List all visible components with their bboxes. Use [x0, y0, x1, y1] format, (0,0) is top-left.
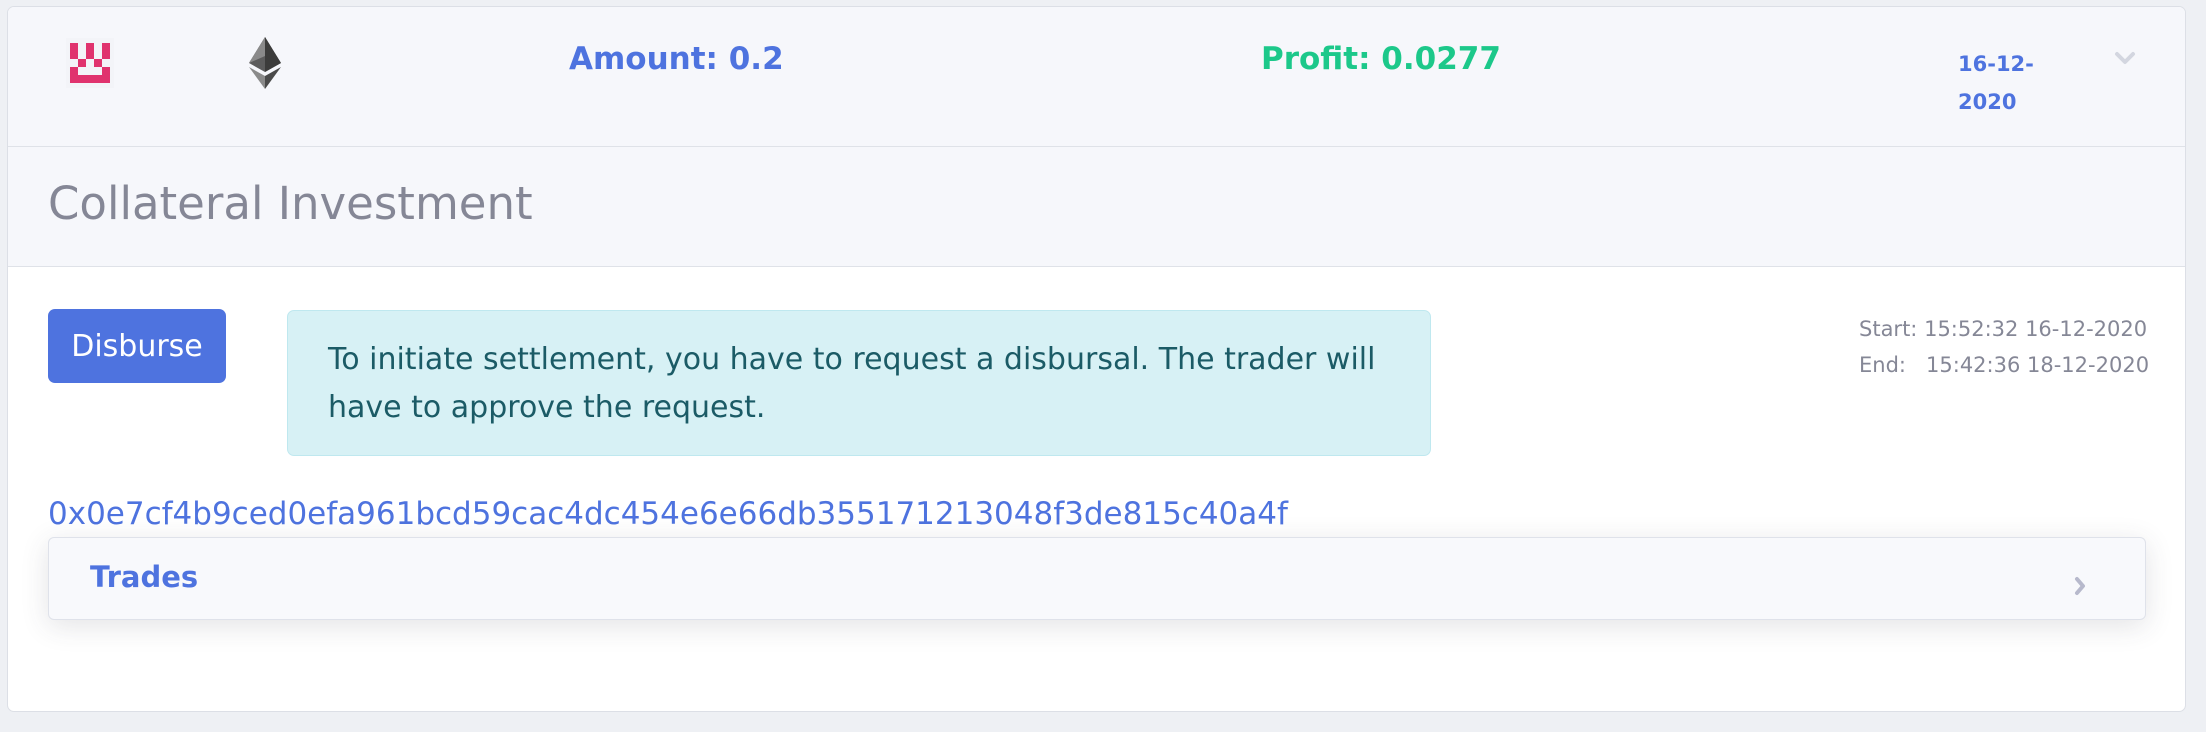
- start-time: 15:52:32 16-12-2020: [1924, 317, 2148, 341]
- pink-pixel-logo-icon: [66, 38, 114, 88]
- section-title: Collateral Investment: [48, 177, 533, 230]
- end-time-row: End: 15:42:36 18-12-2020: [1859, 347, 2149, 383]
- end-time: 15:42:36 18-12-2020: [1926, 353, 2150, 377]
- investment-date: 16-12- 2020: [1958, 45, 2048, 121]
- investment-card: Amount: 0.2 Profit: 0.0277 16-12- 2020 C…: [7, 6, 2186, 712]
- start-label: Start:: [1859, 317, 1918, 341]
- end-label: End:: [1859, 353, 1906, 377]
- time-range: Start: 15:52:32 16-12-2020 End: 15:42:36…: [1859, 311, 2149, 383]
- card-header[interactable]: Amount: 0.2 Profit: 0.0277 16-12- 2020: [8, 7, 2185, 147]
- ethereum-icon: [249, 37, 281, 89]
- disburse-button[interactable]: Disburse: [48, 309, 226, 383]
- settlement-info-alert: To initiate settlement, you have to requ…: [287, 310, 1431, 456]
- section-header: Collateral Investment: [8, 147, 2185, 267]
- date-line-2: 2020: [1958, 90, 2017, 114]
- chevron-down-icon[interactable]: [2114, 51, 2136, 65]
- trades-label: Trades: [90, 560, 199, 594]
- date-line-1: 16-12-: [1958, 52, 2034, 76]
- trades-accordion[interactable]: Trades: [48, 537, 2146, 620]
- chevron-right-icon: [2075, 577, 2085, 595]
- amount-value: Amount: 0.2: [569, 41, 784, 77]
- start-time-row: Start: 15:52:32 16-12-2020: [1859, 311, 2149, 347]
- profit-value: Profit: 0.0277: [1261, 41, 1501, 77]
- contract-hash-link[interactable]: 0x0e7cf4b9ced0efa961bcd59cac4dc454e6e66d…: [48, 496, 1288, 532]
